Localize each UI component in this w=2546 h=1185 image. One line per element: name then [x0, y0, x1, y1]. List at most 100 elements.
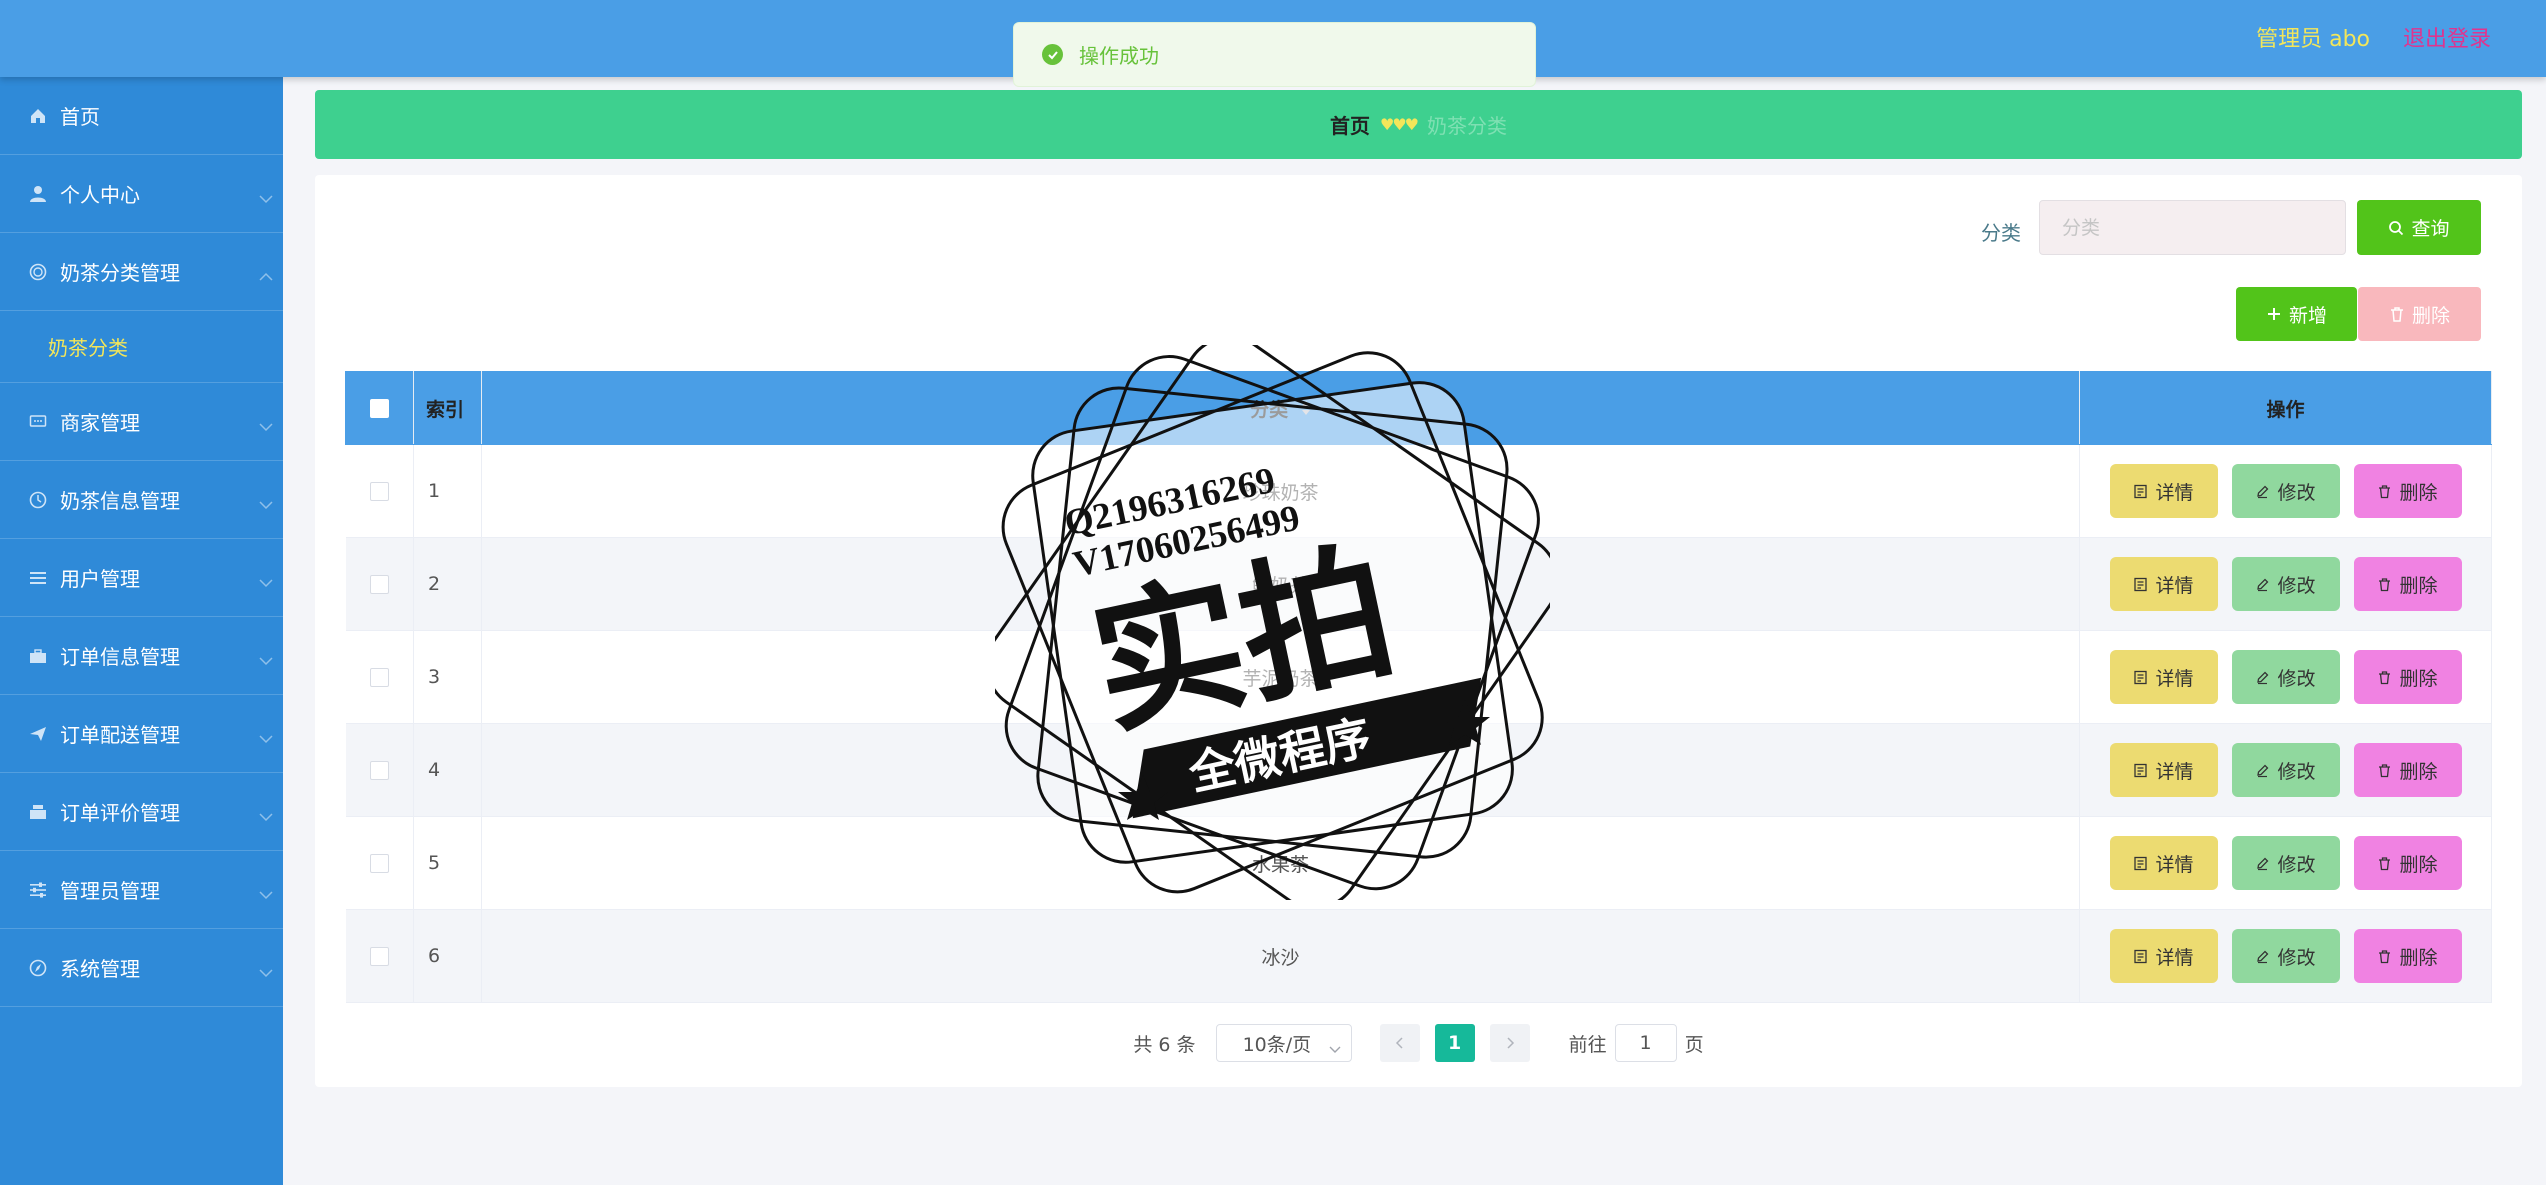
row-index: 3	[413, 630, 482, 724]
edit-button[interactable]: 修改	[2231, 557, 2340, 611]
row-index: 2	[413, 537, 482, 631]
home-icon	[28, 106, 48, 126]
trash-icon	[2377, 856, 2392, 871]
sidebar-item-label: 订单信息管理	[60, 645, 180, 669]
delete-button[interactable]: 删除	[2353, 557, 2462, 611]
column-header-category[interactable]: 分类	[480, 371, 2081, 445]
row-checkbox-cell	[345, 909, 414, 1003]
row-checkbox[interactable]	[369, 482, 389, 501]
batch-delete-button[interactable]: 删除	[2358, 287, 2481, 341]
sidebar-item-profile[interactable]: 个人中心	[0, 155, 283, 233]
document-icon	[2133, 670, 2148, 685]
edit-label: 修改	[2277, 946, 2316, 969]
detail-button[interactable]: 详情	[2109, 929, 2218, 983]
breadcrumb: 首页 ♥♥♥ 奶茶分类	[315, 90, 2522, 159]
query-button[interactable]: 查询	[2357, 200, 2481, 255]
table-header-row: 索引 分类 操作	[345, 371, 2492, 445]
document-icon	[2133, 484, 2148, 499]
edit-button[interactable]: 修改	[2231, 929, 2340, 983]
row-category: 珍珠奶茶	[481, 444, 2081, 538]
detail-button[interactable]: 详情	[2109, 557, 2218, 611]
select-all-checkbox[interactable]	[369, 399, 389, 418]
sidebar-item-home[interactable]: 首页	[0, 77, 283, 155]
logout-link[interactable]: 退出登录	[2403, 21, 2491, 53]
trash-icon	[2377, 577, 2392, 592]
goto-page-input[interactable]	[1614, 1024, 1677, 1062]
row-checkbox[interactable]	[369, 854, 389, 873]
row-actions: 详情 修改 删除	[2079, 909, 2492, 1003]
row-actions: 详情 修改 删除	[2079, 630, 2492, 724]
table-row: 5 水果茶 详情 修改 删除	[345, 816, 2492, 910]
sidebar-item-users[interactable]: 用户管理	[0, 539, 283, 617]
admin-label: 管理员 abo	[2256, 27, 2370, 52]
document-icon	[2133, 577, 2148, 592]
edit-label: 修改	[2277, 667, 2316, 690]
delete-button[interactable]: 删除	[2353, 929, 2462, 983]
edit-button[interactable]: 修改	[2231, 743, 2340, 797]
row-index: 5	[413, 816, 482, 910]
sidebar-item-reviews[interactable]: 订单评价管理	[0, 773, 283, 851]
sort-icon[interactable]	[1301, 399, 1311, 421]
delete-button[interactable]: 删除	[2353, 743, 2462, 797]
batch-delete-label: 删除	[2411, 305, 2450, 327]
delete-label: 删除	[2399, 667, 2438, 690]
edit-label: 修改	[2277, 574, 2316, 597]
category-search-input[interactable]	[2039, 200, 2346, 255]
delete-button[interactable]: 删除	[2353, 650, 2462, 704]
prev-page-button[interactable]	[1379, 1024, 1420, 1062]
detail-label: 详情	[2155, 946, 2194, 969]
edit-icon	[2255, 670, 2270, 685]
detail-button[interactable]: 详情	[2109, 464, 2218, 518]
chevron-down-icon	[259, 185, 273, 209]
sidebar-item-admins[interactable]: 管理员管理	[0, 851, 283, 929]
row-checkbox[interactable]	[369, 947, 389, 966]
chevron-left-icon	[1395, 1037, 1403, 1049]
row-checkbox[interactable]	[369, 575, 389, 594]
edit-label: 修改	[2277, 853, 2316, 876]
add-button[interactable]: 新增	[2236, 287, 2357, 341]
row-index: 1	[413, 444, 482, 538]
row-checkbox[interactable]	[369, 761, 389, 780]
table-row: 2 鲜奶茶 详情 修改 删除	[345, 537, 2492, 631]
category-table: 索引 分类 操作 1 珍珠奶茶 详情 修改 删除 2 鲜奶茶 详情 修改 删除 3 芋泥奶茶 详情 修改删…	[345, 371, 2492, 1003]
next-page-button[interactable]	[1489, 1024, 1530, 1062]
pagination-total: 共 6 条	[1133, 1033, 1196, 1056]
edit-button[interactable]: 修改	[2231, 836, 2340, 890]
delete-label: 删除	[2399, 481, 2438, 504]
edit-button[interactable]: 修改	[2231, 650, 2340, 704]
sidebar-subitem-tea-category[interactable]: 奶茶分类	[0, 311, 283, 383]
sidebar-item-system[interactable]: 系统管理	[0, 929, 283, 1007]
detail-label: 详情	[2155, 853, 2194, 876]
detail-button[interactable]: 详情	[2109, 743, 2218, 797]
delete-button[interactable]: 删除	[2353, 836, 2462, 890]
row-checkbox[interactable]	[369, 668, 389, 687]
delete-label: 删除	[2399, 946, 2438, 969]
page-size-select[interactable]: 10条/页	[1215, 1024, 1352, 1062]
trash-icon	[2377, 670, 2392, 685]
page-size-value: 10条/页	[1242, 1033, 1312, 1056]
sidebar-item-tea-info[interactable]: 奶茶信息管理	[0, 461, 283, 539]
chevron-down-icon	[259, 959, 273, 983]
breadcrumb-home[interactable]: 首页	[1330, 110, 1370, 139]
document-icon	[2133, 856, 2148, 871]
sidebar-item-merchant[interactable]: 商家管理	[0, 383, 283, 461]
delete-button[interactable]: 删除	[2353, 464, 2462, 518]
page-number-button[interactable]: 1	[1434, 1024, 1475, 1062]
detail-label: 详情	[2155, 574, 2194, 597]
sliders-icon	[28, 880, 48, 900]
table-row: 4 详情 修改 删除	[345, 723, 2492, 817]
edit-button[interactable]: 修改	[2231, 464, 2340, 518]
page-suffix: 页	[1684, 1033, 1704, 1056]
list-icon	[28, 568, 48, 588]
sidebar-item-delivery[interactable]: 订单配送管理	[0, 695, 283, 773]
success-toast: 操作成功	[1013, 22, 1536, 87]
detail-button[interactable]: 详情	[2109, 836, 2218, 890]
sidebar-item-orders[interactable]: 订单信息管理	[0, 617, 283, 695]
breadcrumb-current: 奶茶分类	[1427, 114, 1508, 138]
sidebar-item-tea-category[interactable]: 奶茶分类管理	[0, 233, 283, 311]
chevron-down-icon	[259, 647, 273, 671]
detail-button[interactable]: 详情	[2109, 650, 2218, 704]
detail-label: 详情	[2155, 760, 2194, 783]
column-header-index: 索引	[412, 371, 482, 445]
row-checkbox-cell	[345, 816, 414, 910]
